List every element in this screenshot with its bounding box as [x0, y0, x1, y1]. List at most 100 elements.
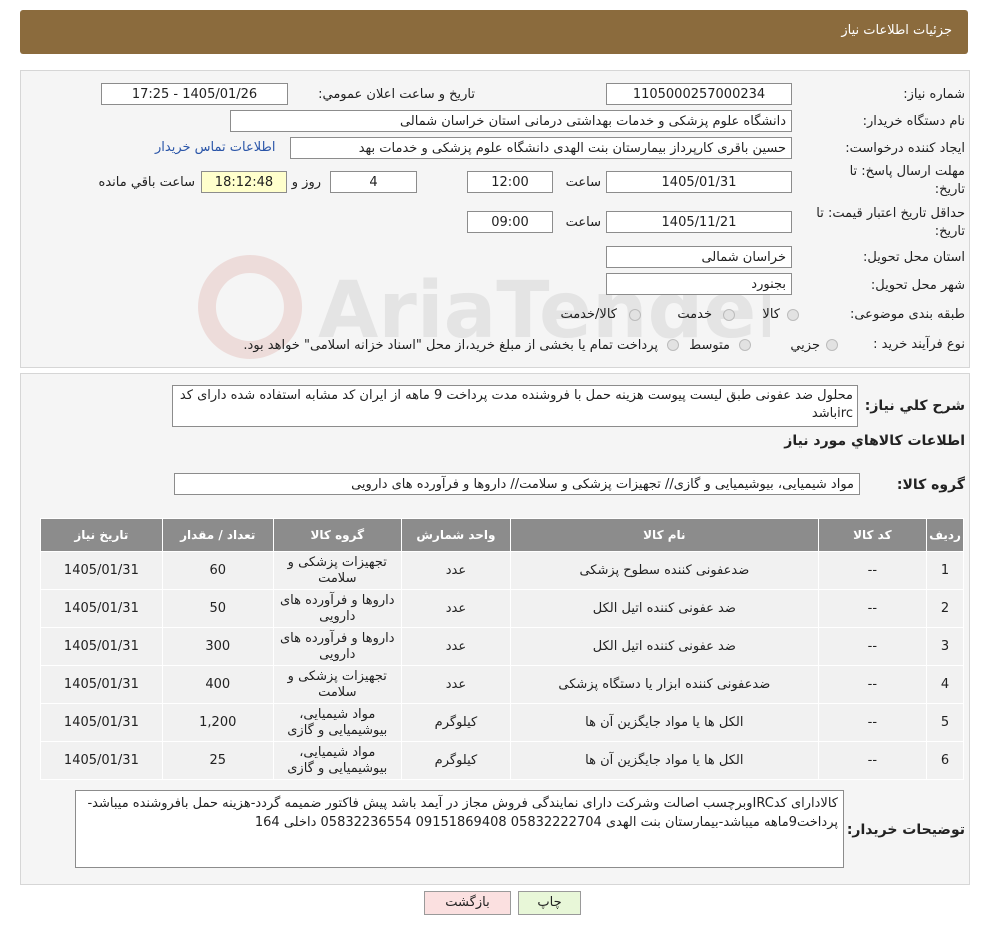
col-quantity: تعداد / مقدار — [161, 518, 274, 552]
need-date: 1405/01/31 — [40, 627, 163, 666]
col-unit: واحد شمارش — [400, 518, 512, 552]
remaining-time-label: ساعت باقي مانده — [98, 175, 195, 190]
general-description-label: شرح كلي نياز: — [864, 398, 965, 414]
need-date: 1405/01/31 — [40, 665, 163, 704]
creator-field: حسین باقری کارپرداز بیمارستان بنت الهدی … — [290, 137, 792, 159]
col-need-date: تاريخ نياز — [40, 518, 163, 552]
delivery-city-field: بجنورد — [606, 273, 792, 295]
need-date: 1405/01/31 — [40, 589, 163, 628]
deadline-time-field: 12:00 — [467, 171, 553, 193]
goods-code: -- — [817, 703, 928, 742]
buyer-contact-link[interactable]: اطلاعات تماس خريدار — [155, 140, 275, 155]
need-date: 1405/01/31 — [40, 741, 163, 780]
quantity: 1,200 — [161, 703, 274, 742]
goods-group: مواد شیمیایی، بیوشیمیایی و گازی — [272, 703, 402, 742]
category-radio-service[interactable] — [723, 309, 735, 321]
process-option-medium: متوسط — [689, 338, 730, 353]
buyer-notes-label: توضيحات خريدار: — [846, 822, 965, 838]
quantity: 25 — [161, 741, 274, 780]
page-title: جزئیات اطلاعات نیاز — [841, 23, 952, 38]
goods-name: الکل ها یا مواد جایگزین آن ها — [510, 741, 819, 780]
price-validity-time-label: ساعت — [565, 215, 601, 230]
category-radio-goods[interactable] — [787, 309, 799, 321]
category-label: طبقه بندی موضوعی: — [849, 307, 965, 322]
row-number: 6 — [926, 741, 964, 780]
goods-table-header: رديف کد کالا نام کالا واحد شمارش گروه کا… — [40, 518, 964, 552]
process-option-minor: جزيي — [790, 338, 820, 353]
goods-group: داروها و فرآورده های دارویی — [272, 589, 402, 628]
print-button[interactable]: چاپ — [518, 891, 581, 915]
goods-group: تجهیزات پزشکی و سلامت — [272, 665, 402, 704]
goods-name: ضدعفونی کننده ابزار یا دستگاه پزشکی — [510, 665, 819, 704]
row-number: 2 — [926, 589, 964, 628]
goods-code: -- — [817, 551, 928, 590]
deadline-label: مهلت ارسال پاسخ: تا — [849, 164, 965, 179]
row-number: 3 — [926, 627, 964, 666]
unit: کیلوگرم — [400, 703, 512, 742]
need-number-label: شماره نیاز: — [903, 87, 965, 102]
row-number: 1 — [926, 551, 964, 590]
buyer-notes-field: کالادارای کدIRCوبرچسب اصالت وشرکت دارای … — [75, 790, 844, 868]
category-option-goods: کالا — [762, 307, 780, 322]
row-number: 5 — [926, 703, 964, 742]
unit: عدد — [400, 551, 512, 590]
general-description-field: محلول ضد عفونی طبق لیست پیوست هزینه حمل … — [172, 385, 858, 427]
process-radio-treasury[interactable] — [667, 339, 679, 351]
table-row: 3 -- ضد عفونی کننده اتیل الکل عدد داروها… — [40, 627, 964, 666]
goods-name: الکل ها یا مواد جایگزین آن ها — [510, 703, 819, 742]
remaining-days-field: 4 — [330, 171, 417, 193]
goods-group: داروها و فرآورده های دارویی — [272, 627, 402, 666]
quantity: 300 — [161, 627, 274, 666]
price-validity-time-field: 09:00 — [467, 211, 553, 233]
goods-group: مواد شیمیایی، بیوشیمیایی و گازی — [272, 741, 402, 780]
category-option-service: خدمت — [677, 307, 712, 322]
unit: عدد — [400, 627, 512, 666]
unit: عدد — [400, 589, 512, 628]
col-goods-name: نام کالا — [510, 518, 819, 552]
quantity: 50 — [161, 589, 274, 628]
delivery-city-label: شهر محل تحويل: — [870, 278, 965, 293]
unit: کیلوگرم — [400, 741, 512, 780]
goods-name: ضد عفونی کننده اتیل الکل — [510, 589, 819, 628]
row-number: 4 — [926, 665, 964, 704]
goods-code: -- — [817, 627, 928, 666]
delivery-province-label: استان محل تحويل: — [863, 250, 965, 265]
deadline-label-date: تاريخ: — [934, 182, 965, 197]
creator-label: ايجاد کننده درخواست: — [845, 141, 965, 156]
process-radio-minor[interactable] — [826, 339, 838, 351]
price-validity-label-date: تاريخ: — [934, 224, 965, 239]
days-label: روز و — [291, 175, 321, 190]
goods-info-title: اطلاعات كالاهاي مورد نياز — [784, 433, 965, 449]
goods-table: رديف کد کالا نام کالا واحد شمارش گروه کا… — [40, 518, 964, 780]
price-validity-date-field: 1405/11/21 — [606, 211, 792, 233]
page-header: جزئیات اطلاعات نیاز — [20, 10, 968, 54]
goods-code: -- — [817, 589, 928, 628]
price-validity-label: حداقل تاريخ اعتبار قيمت: تا — [816, 206, 965, 221]
back-button[interactable]: بازگشت — [424, 891, 511, 915]
goods-group-label: گروه کالا: — [896, 477, 965, 493]
table-row: 5 -- الکل ها یا مواد جایگزین آن ها کیلوگ… — [40, 703, 964, 742]
deadline-date-field: 1405/01/31 — [606, 171, 792, 193]
remaining-time-field: 18:12:48 — [201, 171, 287, 193]
goods-code: -- — [817, 665, 928, 704]
process-treasury-note: پرداخت تمام يا بخشی از مبلغ خريد،از محل … — [243, 338, 658, 353]
quantity: 400 — [161, 665, 274, 704]
category-radio-goods-service[interactable] — [629, 309, 641, 321]
goods-name: ضدعفونی کننده سطوح پزشکی — [510, 551, 819, 590]
quantity: 60 — [161, 551, 274, 590]
process-type-label: نوع فرآيند خريد : — [873, 337, 965, 352]
table-row: 6 -- الکل ها یا مواد جایگزین آن ها کیلوگ… — [40, 741, 964, 780]
announce-datetime-field: 1405/01/26 - 17:25 — [101, 83, 288, 105]
goods-group: تجهیزات پزشکی و سلامت — [272, 551, 402, 590]
table-row: 1 -- ضدعفونی کننده سطوح پزشکی عدد تجهیزا… — [40, 551, 964, 590]
buyer-org-field: دانشگاه علوم پزشکی و خدمات بهداشتی درمان… — [230, 110, 792, 132]
buyer-org-label: نام دستگاه خريدار: — [862, 114, 965, 129]
unit: عدد — [400, 665, 512, 704]
process-radio-medium[interactable] — [739, 339, 751, 351]
need-date: 1405/01/31 — [40, 551, 163, 590]
deadline-time-label: ساعت — [565, 175, 601, 190]
table-row: 2 -- ضد عفونی کننده اتیل الکل عدد داروها… — [40, 589, 964, 628]
delivery-province-field: خراسان شمالی — [606, 246, 792, 268]
col-row-number: رديف — [926, 518, 964, 552]
col-goods-code: کد کالا — [817, 518, 928, 552]
